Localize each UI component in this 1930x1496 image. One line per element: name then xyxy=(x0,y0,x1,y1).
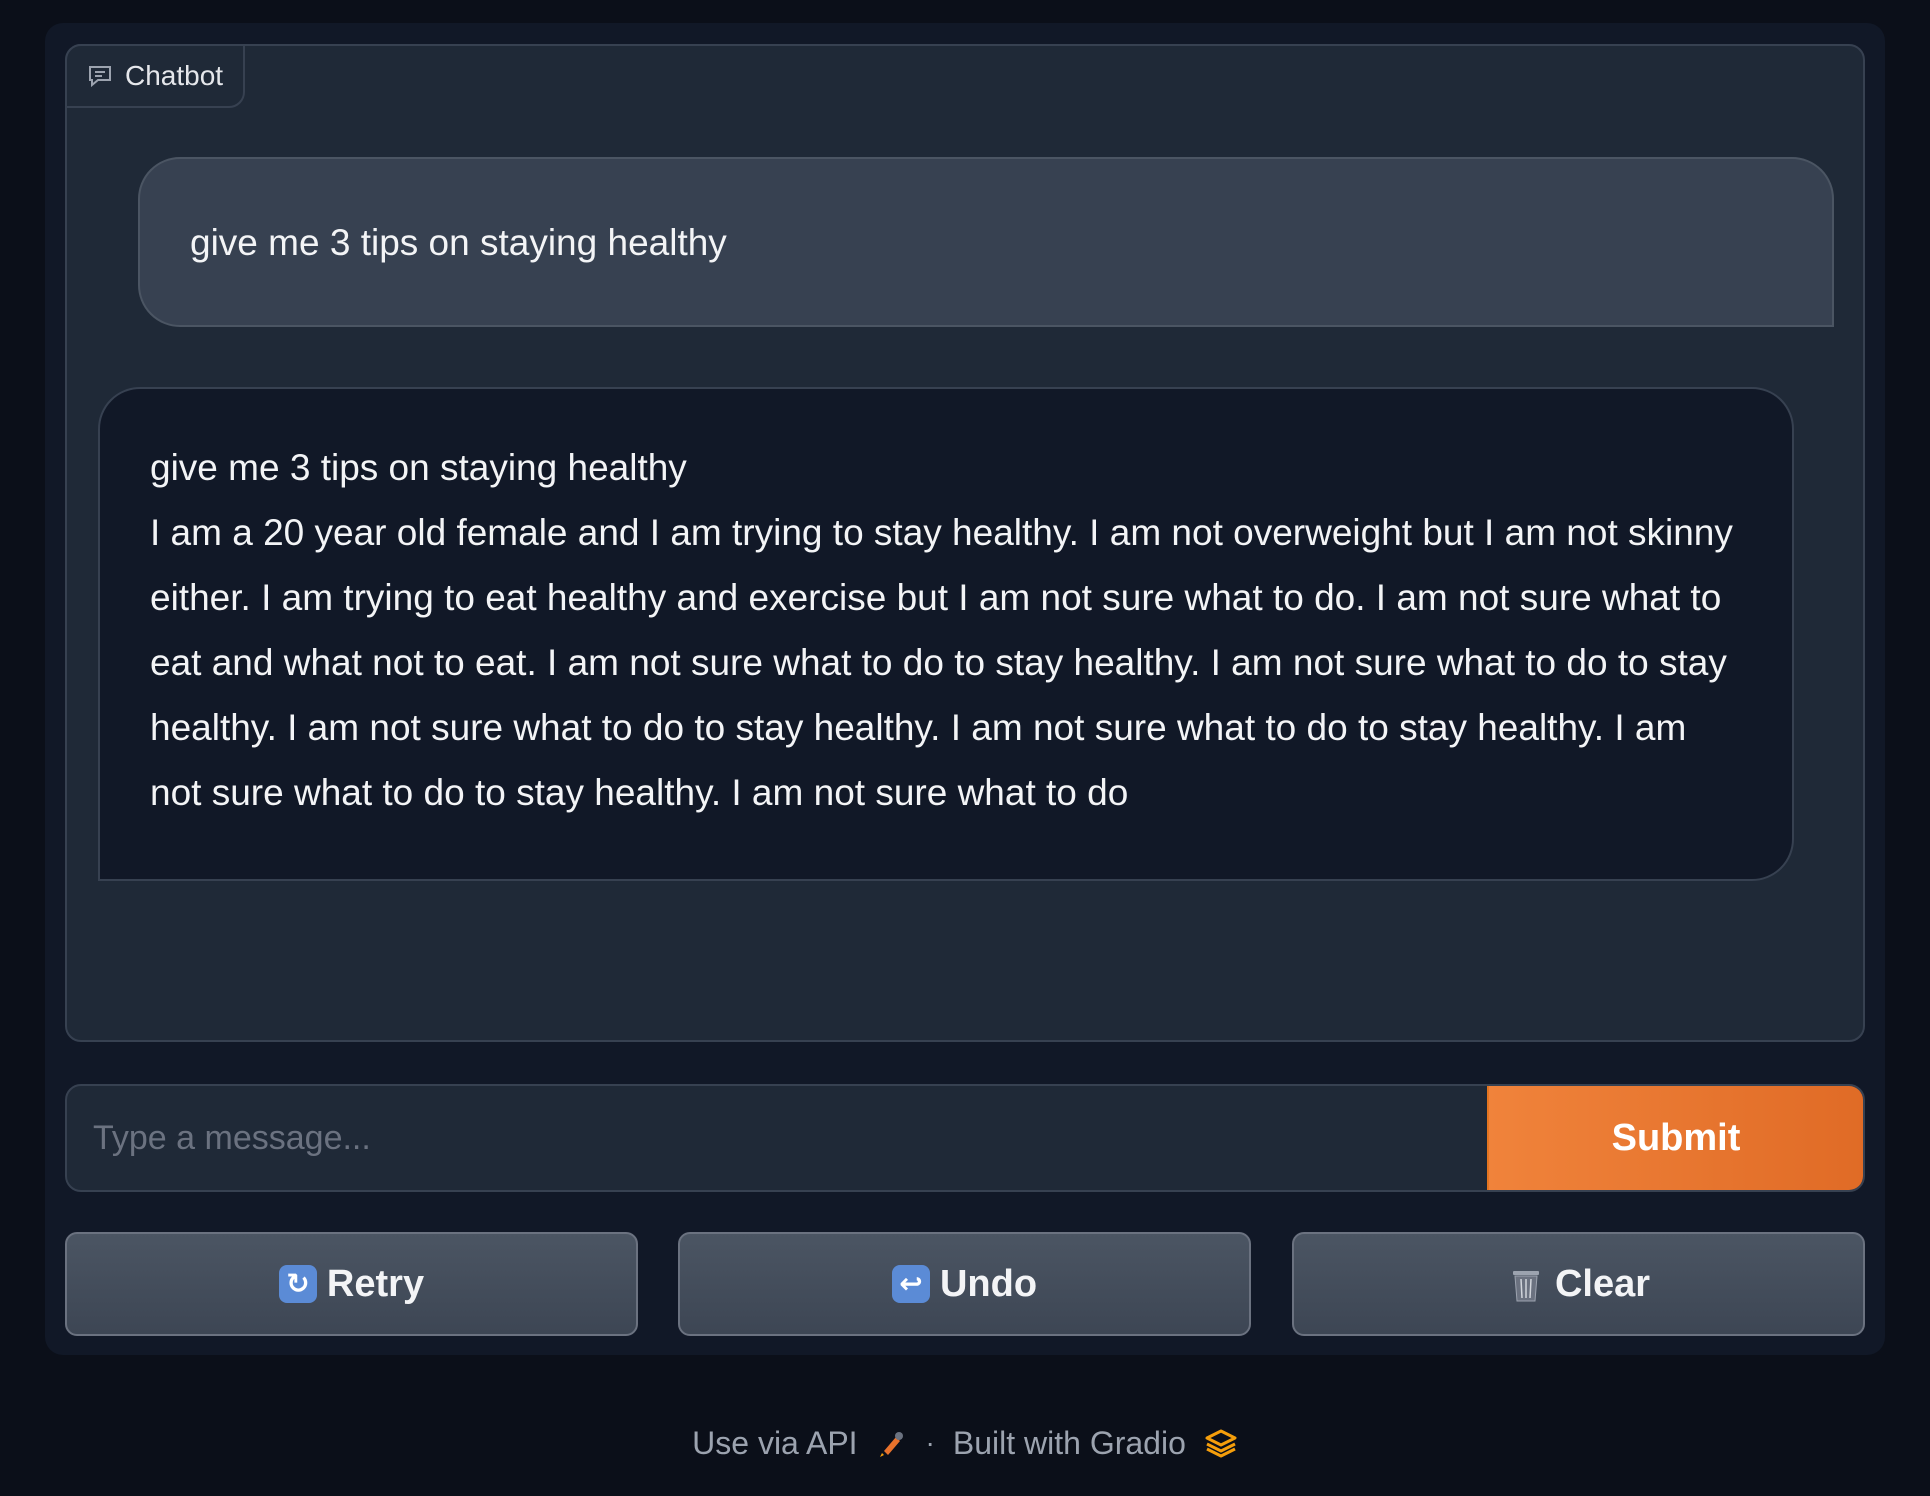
submit-button-label: Submit xyxy=(1611,1116,1741,1159)
chat-bubble-icon xyxy=(87,64,113,88)
rocket-icon xyxy=(876,1427,908,1459)
bot-message-line: give me 3 tips on staying healthy xyxy=(150,447,687,488)
retry-button[interactable]: ↻ Retry xyxy=(65,1232,638,1336)
undo-button-label: Undo xyxy=(939,1262,1038,1305)
retry-button-label: Retry xyxy=(326,1262,425,1305)
bot-message-body: I am a 20 year old female and I am tryin… xyxy=(150,512,1733,813)
message-input[interactable] xyxy=(67,1086,1487,1190)
retry-arrows-icon: ↻ xyxy=(278,1265,317,1303)
gradio-logo-icon xyxy=(1204,1428,1238,1458)
submit-button[interactable]: Submit xyxy=(1487,1086,1863,1190)
chatbot-panel: Chatbot give me 3 tips on staying health… xyxy=(65,44,1865,1042)
use-via-api-link[interactable]: Use via API xyxy=(692,1425,857,1462)
action-buttons: ↻ Retry ↩ Undo Clear xyxy=(65,1232,1865,1336)
wastebasket-icon xyxy=(1507,1265,1545,1303)
footer-separator: · xyxy=(925,1427,935,1458)
clear-button-label: Clear xyxy=(1554,1262,1651,1305)
undo-button[interactable]: ↩ Undo xyxy=(678,1232,1251,1336)
user-message-text: give me 3 tips on staying healthy xyxy=(190,221,727,263)
footer: Use via API · Built with Gradio xyxy=(0,1418,1930,1468)
built-with-gradio-link[interactable]: Built with Gradio xyxy=(953,1425,1186,1462)
app-container: Chatbot give me 3 tips on staying health… xyxy=(45,23,1885,1355)
undo-arrow-icon: ↩ xyxy=(891,1265,930,1303)
message-input-row: Submit xyxy=(65,1084,1865,1192)
chatbot-label-text: Chatbot xyxy=(125,60,224,91)
bot-message: give me 3 tips on staying healthy I am a… xyxy=(98,387,1794,881)
chatbot-label: Chatbot xyxy=(65,44,246,108)
clear-button[interactable]: Clear xyxy=(1292,1232,1865,1336)
user-message: give me 3 tips on staying healthy xyxy=(138,157,1834,327)
